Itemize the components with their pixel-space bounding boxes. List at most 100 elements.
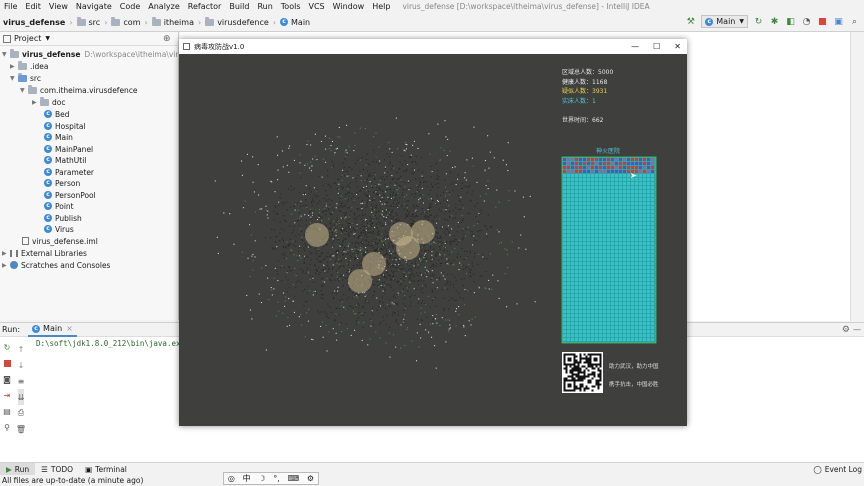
project-structure-icon[interactable]: ▣ [833,16,844,27]
person-dot [479,230,481,232]
minimize-icon[interactable]: — [631,42,639,51]
close-icon[interactable]: ✕ [674,42,681,51]
target-icon[interactable]: ⊕ [163,34,171,44]
person-dot [420,259,422,261]
menu-file[interactable]: File [0,2,21,11]
breadcrumb-itheima[interactable]: itheima [149,16,197,27]
project-title[interactable]: Project [14,34,41,43]
stop-icon[interactable] [3,355,11,371]
stop-icon[interactable] [817,16,828,27]
chevron-right-icon[interactable]: ▶ [2,250,10,257]
tree-item-external-libraries[interactable]: ▶ External Libraries [2,247,87,259]
tree-item-virus[interactable]: c Virus [44,223,74,235]
menu-analyze[interactable]: Analyze [144,2,184,11]
layout-icon[interactable]: ▤ [3,403,11,419]
search-icon[interactable]: ⌕ [849,16,860,27]
chevron-right-icon[interactable]: ▶ [10,63,18,70]
menu-view[interactable]: View [45,2,72,11]
tree-item-person[interactable]: c Person [44,177,80,189]
rerun-icon[interactable]: ↻ [4,339,11,355]
person-dot [284,254,286,256]
menu-window[interactable]: Window [329,2,369,11]
tree-item-bed[interactable]: c Bed [44,108,70,120]
print-icon[interactable]: ⎙ [18,405,24,421]
close-icon[interactable]: × [66,324,73,333]
soft-wrap-icon[interactable]: ≡ [18,373,25,389]
tree-item-iml[interactable]: virus_defense.iml [22,235,98,247]
person-dot [357,296,359,298]
menu-refactor[interactable]: Refactor [184,2,226,11]
person-dot [389,211,391,213]
hospital-bed [627,182,630,185]
tab-main[interactable]: c Main × [28,323,77,337]
tree-item-scratches[interactable]: ▶ Scratches and Consoles [2,259,110,271]
menu-build[interactable]: Build [225,2,253,11]
chevron-down-icon[interactable]: ▼ [10,75,18,82]
menu-run[interactable]: Run [253,2,276,11]
profile-icon[interactable]: ◔ [801,16,812,27]
menu-code[interactable]: Code [116,2,144,11]
menu-help[interactable]: Help [368,2,394,11]
ime-mode[interactable]: 中 [243,473,251,484]
person-dot [328,227,330,229]
punctuation-icon[interactable]: °, [273,474,280,483]
tree-item-src[interactable]: ▼ src [10,72,41,84]
arrow-up-icon[interactable]: ↑ [18,341,25,357]
gear-icon[interactable]: ⚙ [307,474,314,483]
menu-vcs[interactable]: VCS [305,2,329,11]
ime-logo-icon[interactable]: ◎ [228,474,235,483]
ime-toolbar[interactable]: ◎ 中 ☽ °, ⌨ ⚙ [223,472,319,485]
pin-icon[interactable]: ⚲ [4,419,10,435]
menu-tools[interactable]: Tools [277,2,305,11]
tool-run[interactable]: ▶ Run [0,462,36,476]
camera-icon[interactable]: ◙ [3,371,11,387]
tool-todo[interactable]: ☰ TODO [35,463,79,476]
tool-terminal[interactable]: ▣ Terminal [79,463,133,476]
chevron-right-icon[interactable]: ▶ [32,99,40,106]
person-dot [303,262,305,264]
person-dot [518,247,520,249]
person-dot [306,300,308,302]
menu-navigate[interactable]: Navigate [72,2,116,11]
chevron-down-icon[interactable]: ▼ [2,51,10,58]
chevron-right-icon[interactable]: ▶ [2,262,10,269]
debug-icon[interactable]: ✱ [769,16,780,27]
tree-item-package[interactable]: ▼ com.itheima.virusdefence [20,84,138,96]
trash-icon[interactable]: 🗑 [16,421,26,437]
minimize-panel-icon[interactable]: — [853,325,861,334]
person-dot [337,219,339,221]
exit-icon[interactable]: ⇥ [4,387,11,403]
hospital-bed [603,242,606,245]
breadcrumb-src[interactable]: src [74,16,104,27]
chevron-down-icon[interactable]: ▼ [20,87,28,94]
breadcrumb-com[interactable]: com [108,16,143,27]
breadcrumb-virusdefence[interactable]: virusdefence [202,16,272,27]
tree-item-point[interactable]: c Point [44,200,74,212]
coverage-icon[interactable]: ◧ [785,16,796,27]
rerun-icon[interactable]: ↻ [753,16,764,27]
person-dot [330,254,332,256]
hospital-bed [619,238,622,241]
person-dot [366,294,368,296]
tree-item-mathutil[interactable]: c MathUtil [44,154,86,166]
run-config-select[interactable]: c Main ▼ [701,15,748,28]
sim-titlebar[interactable]: 病毒攻防战v1.0 — ☐ ✕ [179,39,687,54]
tree-item-doc[interactable]: ▶ doc [32,96,65,108]
scroll-end-icon[interactable]: ⇊ [17,389,25,405]
maximize-icon[interactable]: ☐ [653,42,660,51]
simulation-window[interactable]: 病毒攻防战v1.0 — ☐ ✕ 区域总人数：5000 健康人数：1168 疑似人… [179,39,687,426]
breadcrumb-project[interactable]: virus_defense [0,18,68,27]
hospital-bed [651,278,654,281]
person-dot [406,270,408,272]
person-dot [345,220,347,222]
breadcrumb-main[interactable]: c Main [277,18,313,27]
hammer-icon[interactable]: ⚒ [685,16,696,27]
chevron-down-icon[interactable]: ▼ [45,35,50,42]
keyboard-icon[interactable]: ⌨ [288,474,300,483]
menu-edit[interactable]: Edit [21,2,45,11]
gear-icon[interactable]: ⚙ [842,325,850,335]
arrow-down-icon[interactable]: ↓ [18,357,25,373]
tree-item-idea[interactable]: ▶ .idea [10,60,48,72]
moon-icon[interactable]: ☽ [258,474,265,483]
tree-item-main[interactable]: c Main [44,131,73,143]
